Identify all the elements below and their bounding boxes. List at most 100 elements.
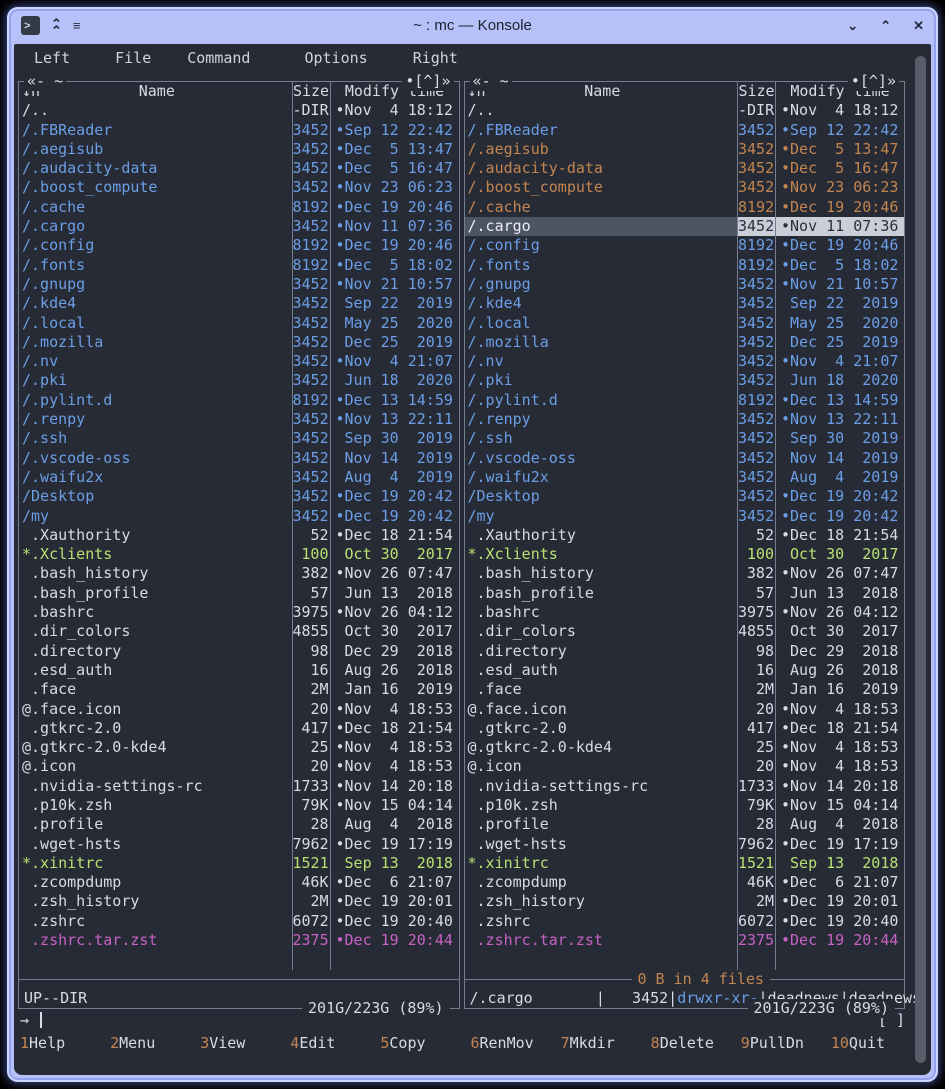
file-row[interactable]: /.vscode-oss3452 Nov 14 2019 — [465, 449, 905, 468]
file-row[interactable]: /.boost_compute3452•Nov 23 06:23 — [465, 178, 905, 197]
fnkey-pulldn[interactable]: 9PullDn — [741, 1034, 831, 1053]
file-row[interactable]: /my3452•Dec 19 20:42 — [19, 507, 459, 526]
file-row[interactable]: .gtkrc-2.0417•Dec 18 21:54 — [19, 719, 459, 738]
panel-right-corner-button[interactable]: •[^]» — [848, 72, 899, 91]
file-row[interactable]: @.icon20•Nov 4 18:53 — [465, 757, 905, 776]
file-row[interactable]: /.config8192•Dec 19 20:46 — [465, 236, 905, 255]
minimize-icon[interactable]: ⌄ — [847, 21, 858, 31]
file-row[interactable]: @.gtkrc-2.0-kde425•Nov 4 18:53 — [465, 738, 905, 757]
file-row[interactable]: /.cache8192•Dec 19 20:46 — [19, 198, 459, 217]
file-row[interactable]: .gtkrc-2.0417•Dec 18 21:54 — [465, 719, 905, 738]
file-row[interactable]: /.nv3452•Nov 4 21:07 — [465, 352, 905, 371]
close-icon[interactable]: ✕ — [913, 21, 924, 31]
file-row[interactable]: .face2M Jan 16 2019 — [19, 680, 459, 699]
file-row[interactable]: .directory98 Dec 29 2018 — [19, 642, 459, 661]
file-row[interactable]: .zsh_history2M•Dec 19 20:01 — [465, 892, 905, 911]
fnkey-mkdir[interactable]: 7Mkdir — [561, 1034, 651, 1053]
menu-item-options[interactable]: Options — [304, 49, 367, 68]
file-row[interactable]: .profile28 Aug 4 2018 — [465, 815, 905, 834]
fnkey-edit[interactable]: 4Edit — [290, 1034, 380, 1053]
file-row[interactable]: .nvidia-settings-rc1733•Nov 14 20:18 — [19, 777, 459, 796]
panel-left-corner-button[interactable]: •[^]» — [402, 72, 453, 91]
file-row[interactable]: /.vscode-oss3452 Nov 14 2019 — [19, 449, 459, 468]
panel-left-path[interactable]: «- ~ — [24, 72, 66, 91]
file-row[interactable]: *.Xclients100 Oct 30 2017 — [465, 545, 905, 564]
file-row[interactable]: *.Xclients100 Oct 30 2017 — [19, 545, 459, 564]
file-row[interactable]: /.waifu2x3452 Aug 4 2019 — [465, 468, 905, 487]
file-row[interactable]: /.kde43452 Sep 22 2019 — [465, 294, 905, 313]
file-row[interactable]: /.FBReader3452•Sep 12 22:42 — [19, 121, 459, 140]
file-row[interactable]: /.aegisub3452•Dec 5 13:47 — [19, 140, 459, 159]
file-row[interactable]: *.xinitrc1521 Sep 13 2018 — [465, 854, 905, 873]
file-row[interactable]: /my3452•Dec 19 20:42 — [465, 507, 905, 526]
file-row[interactable]: /.config8192•Dec 19 20:46 — [19, 236, 459, 255]
file-row[interactable]: .wget-hsts7962•Dec 19 17:19 — [19, 835, 459, 854]
file-row[interactable]: .zshrc6072•Dec 19 20:40 — [19, 912, 459, 931]
app-menu-icon[interactable]: ≡ — [73, 21, 81, 31]
menu-item-right[interactable]: Right — [413, 49, 458, 68]
file-row[interactable]: .profile28 Aug 4 2018 — [19, 815, 459, 834]
fnkey-copy[interactable]: 5Copy — [380, 1034, 470, 1053]
file-row[interactable]: .p10k.zsh79K•Nov 15 04:14 — [19, 796, 459, 815]
maximize-icon[interactable]: ⌃ — [880, 21, 891, 31]
file-row[interactable]: .bashrc3975•Nov 26 04:12 — [465, 603, 905, 622]
file-row[interactable]: .bash_history382•Nov 26 07:47 — [19, 564, 459, 583]
file-row[interactable]: /.audacity-data3452•Dec 5 16:47 — [19, 159, 459, 178]
file-row[interactable]: .zshrc6072•Dec 19 20:40 — [465, 912, 905, 931]
fnkey-renmov[interactable]: 6RenMov — [470, 1034, 560, 1053]
file-row[interactable]: .directory98 Dec 29 2018 — [465, 642, 905, 661]
column-header-size[interactable]: Size — [292, 82, 330, 101]
file-row[interactable]: /.ssh3452 Sep 30 2019 — [465, 429, 905, 448]
file-row[interactable]: .bash_history382•Nov 26 07:47 — [465, 564, 905, 583]
file-row[interactable]: /..-DIR•Nov 4 18:12 — [19, 101, 459, 120]
file-row[interactable]: .zshrc.tar.zst2375•Dec 19 20:44 — [465, 931, 905, 950]
file-row[interactable]: .p10k.zsh79K•Nov 15 04:14 — [465, 796, 905, 815]
file-row[interactable]: .face2M Jan 16 2019 — [465, 680, 905, 699]
file-row[interactable]: @.gtkrc-2.0-kde425•Nov 4 18:53 — [19, 738, 459, 757]
file-row[interactable]: .Xauthority52•Dec 18 21:54 — [19, 526, 459, 545]
fnkey-delete[interactable]: 8Delete — [651, 1034, 741, 1053]
file-row[interactable]: .dir_colors4855 Oct 30 2017 — [19, 622, 459, 641]
file-row[interactable]: /.audacity-data3452•Dec 5 16:47 — [465, 159, 905, 178]
file-row[interactable]: .bash_profile57 Jun 13 2018 — [19, 584, 459, 603]
file-row[interactable]: .zshrc.tar.zst2375•Dec 19 20:44 — [19, 931, 459, 950]
file-row[interactable]: /.kde43452 Sep 22 2019 — [19, 294, 459, 313]
file-row[interactable]: /.nv3452•Nov 4 21:07 — [19, 352, 459, 371]
file-row[interactable]: /.local3452 May 25 2020 — [465, 314, 905, 333]
file-row[interactable]: /.waifu2x3452 Aug 4 2019 — [19, 468, 459, 487]
file-row[interactable]: *.xinitrc1521 Sep 13 2018 — [19, 854, 459, 873]
file-row[interactable]: .bash_profile57 Jun 13 2018 — [465, 584, 905, 603]
file-row[interactable]: /.renpy3452•Nov 13 22:11 — [19, 410, 459, 429]
fnkey-menu[interactable]: 2Menu — [110, 1034, 200, 1053]
file-row[interactable]: /.mozilla3452 Dec 25 2019 — [19, 333, 459, 352]
file-row[interactable]: /.cargo3452•Nov 11 07:36 — [19, 217, 459, 236]
column-header-row[interactable]: ↓nName Size Modify time — [19, 82, 459, 101]
file-row[interactable]: /.local3452 May 25 2020 — [19, 314, 459, 333]
file-row[interactable]: /.renpy3452•Nov 13 22:11 — [465, 410, 905, 429]
file-row[interactable]: /.cache8192•Dec 19 20:46 — [465, 198, 905, 217]
fnkey-quit[interactable]: 10Quit — [831, 1034, 921, 1053]
file-row[interactable]: /.pki3452 Jun 18 2020 — [19, 371, 459, 390]
file-row[interactable]: .zcompdump46K•Dec 6 21:07 — [19, 873, 459, 892]
file-row[interactable]: /.fonts8192•Dec 5 18:02 — [465, 256, 905, 275]
file-row[interactable]: /.cargo3452•Nov 11 07:36 — [465, 217, 905, 236]
file-row[interactable]: /.FBReader3452•Sep 12 22:42 — [465, 121, 905, 140]
file-row[interactable]: /.pylint.d8192•Dec 13 14:59 — [465, 391, 905, 410]
file-row[interactable]: /.gnupg3452•Nov 21 10:57 — [465, 275, 905, 294]
file-row[interactable]: /.ssh3452 Sep 30 2019 — [19, 429, 459, 448]
file-row[interactable]: .nvidia-settings-rc1733•Nov 14 20:18 — [465, 777, 905, 796]
file-row[interactable]: /.gnupg3452•Nov 21 10:57 — [19, 275, 459, 294]
file-row[interactable]: .zsh_history2M•Dec 19 20:01 — [19, 892, 459, 911]
file-row[interactable]: /.fonts8192•Dec 5 18:02 — [19, 256, 459, 275]
menu-item-command[interactable]: Command — [187, 49, 250, 68]
menu-item-left[interactable]: Left — [34, 49, 70, 68]
file-row[interactable]: .dir_colors4855 Oct 30 2017 — [465, 622, 905, 641]
file-row[interactable]: .wget-hsts7962•Dec 19 17:19 — [465, 835, 905, 854]
panel-right-path[interactable]: «- ~ — [470, 72, 512, 91]
fnkey-help[interactable]: 1Help — [20, 1034, 110, 1053]
file-row[interactable]: .bashrc3975•Nov 26 04:12 — [19, 603, 459, 622]
file-row[interactable]: .zcompdump46K•Dec 6 21:07 — [465, 873, 905, 892]
file-row[interactable]: /..-DIR•Nov 4 18:12 — [465, 101, 905, 120]
file-row[interactable]: /.mozilla3452 Dec 25 2019 — [465, 333, 905, 352]
file-row[interactable]: .esd_auth16 Aug 26 2018 — [19, 661, 459, 680]
